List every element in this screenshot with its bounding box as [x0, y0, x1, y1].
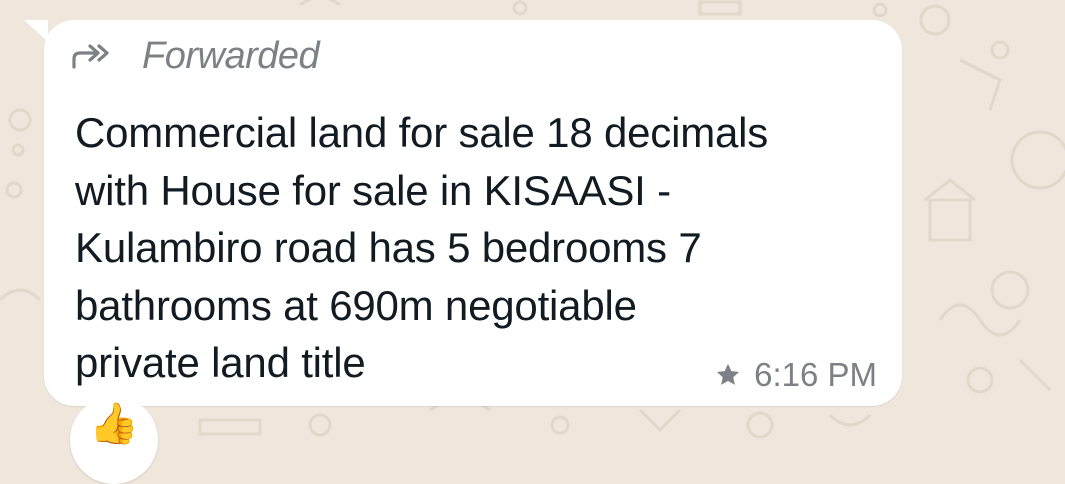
- forwarded-indicator: Forwarded: [70, 34, 320, 78]
- message-text: Commercial land for sale 18 decimals wit…: [75, 109, 769, 386]
- thumbs-up-reaction: 👍: [89, 402, 139, 446]
- star-icon: [717, 363, 740, 385]
- message-time: 6:16 PM: [754, 356, 877, 393]
- bubble-tail: [24, 20, 48, 42]
- reaction-bubble[interactable]: 👍: [70, 396, 158, 484]
- message-meta: 6:16 PM: [714, 356, 877, 394]
- forwarded-label: Forwarded: [142, 34, 320, 77]
- forward-arrow-icon: [72, 44, 109, 69]
